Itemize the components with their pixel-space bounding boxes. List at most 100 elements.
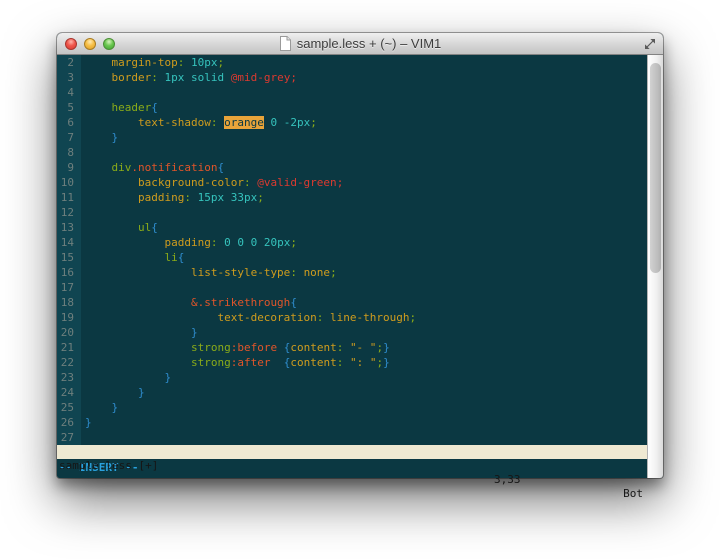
- code-line[interactable]: 9 div.notification{: [57, 160, 647, 175]
- code-line[interactable]: 11 padding: 15px 33px;: [57, 190, 647, 205]
- code-text: [81, 281, 85, 294]
- code-line[interactable]: 18 &.strikethrough{: [57, 295, 647, 310]
- code-text: ul{: [81, 221, 158, 234]
- code-line[interactable]: 5 header{: [57, 100, 647, 115]
- code-segment: [85, 296, 191, 309]
- code-segment: padding: [138, 191, 184, 204]
- fullscreen-icon[interactable]: [644, 38, 656, 50]
- code-text: li{: [81, 251, 184, 264]
- close-button[interactable]: [65, 38, 77, 50]
- code-segment: }: [191, 326, 198, 339]
- code-segment: }: [112, 131, 119, 144]
- zoom-button[interactable]: [103, 38, 115, 50]
- code-line[interactable]: 2 margin-top: 10px;: [57, 55, 647, 70]
- line-number: 2: [57, 55, 81, 70]
- code-segment: [158, 71, 165, 84]
- code-line[interactable]: 13 ul{: [57, 220, 647, 235]
- code-segment: :: [244, 176, 251, 189]
- code-line[interactable]: 10 background-color: @valid-green;: [57, 175, 647, 190]
- code-segment: border: [112, 71, 152, 84]
- line-number: 3: [57, 70, 81, 85]
- code-line[interactable]: 4: [57, 85, 647, 100]
- code-line[interactable]: 21 strong:before {content: "- ";}: [57, 340, 647, 355]
- line-number: 27: [57, 430, 81, 445]
- line-number: 25: [57, 400, 81, 415]
- code-line[interactable]: 20 }: [57, 325, 647, 340]
- code-line[interactable]: 23 }: [57, 370, 647, 385]
- minimize-button[interactable]: [84, 38, 96, 50]
- code-segment: }: [85, 416, 92, 429]
- scrollbar[interactable]: [647, 55, 663, 478]
- code-line[interactable]: 27: [57, 430, 647, 445]
- editor[interactable]: 2 margin-top: 10px;3 border: 1px solid @…: [57, 55, 647, 445]
- code-segment: li: [164, 251, 177, 264]
- code-line[interactable]: 7 }: [57, 130, 647, 145]
- code-segment: [191, 191, 198, 204]
- code-line[interactable]: 15 li{: [57, 250, 647, 265]
- code-line[interactable]: 6 text-shadow: orange 0 -2px;: [57, 115, 647, 130]
- title-group: sample.less + (~) – VIM1: [279, 36, 442, 51]
- code-segment: ul: [138, 221, 151, 234]
- code-text: }: [81, 131, 118, 144]
- code-line[interactable]: 8: [57, 145, 647, 160]
- code-segment: {: [290, 296, 297, 309]
- code-segment: ;: [290, 236, 297, 249]
- code-segment: &.strikethrough: [191, 296, 290, 309]
- code-text: list-style-type: none;: [81, 266, 337, 279]
- code-segment: ;: [217, 56, 224, 69]
- line-number: 22: [57, 355, 81, 370]
- titlebar[interactable]: sample.less + (~) – VIM1: [57, 33, 663, 55]
- scrollbar-thumb[interactable]: [650, 63, 661, 273]
- code-segment: {: [151, 221, 158, 234]
- code-segment: [85, 356, 191, 369]
- code-segment: margin-top: [112, 56, 178, 69]
- code-segment: [277, 341, 284, 354]
- line-number: 11: [57, 190, 81, 205]
- code-segment: }: [112, 401, 119, 414]
- code-segment: list-style-type: [191, 266, 290, 279]
- line-number: 5: [57, 100, 81, 115]
- code-line[interactable]: 16 list-style-type: none;: [57, 265, 647, 280]
- code-segment: }: [164, 371, 171, 384]
- code-segment: [85, 116, 138, 129]
- code-segment: text-decoration: [217, 311, 316, 324]
- line-number: 26: [57, 415, 81, 430]
- code-line[interactable]: 17: [57, 280, 647, 295]
- code-segment: [184, 56, 191, 69]
- code-line[interactable]: 24 }: [57, 385, 647, 400]
- code-text: [81, 206, 85, 219]
- code-segment: @mid-grey: [231, 71, 291, 84]
- code-segment: [270, 356, 283, 369]
- code-line[interactable]: 12: [57, 205, 647, 220]
- code-segment: 10px: [191, 56, 218, 69]
- line-number: 4: [57, 85, 81, 100]
- code-segment: "- ": [350, 341, 377, 354]
- line-number: 20: [57, 325, 81, 340]
- code-line[interactable]: 25 }: [57, 400, 647, 415]
- line-number: 18: [57, 295, 81, 310]
- code-segment: [85, 176, 138, 189]
- code-line[interactable]: 14 padding: 0 0 0 20px;: [57, 235, 647, 250]
- code-segment: [85, 266, 191, 279]
- code-text: }: [81, 401, 118, 414]
- code-text: }: [81, 371, 171, 384]
- code-segment: div: [112, 161, 132, 174]
- code-segment: }: [383, 356, 390, 369]
- line-number: 21: [57, 340, 81, 355]
- line-number: 9: [57, 160, 81, 175]
- code-line[interactable]: 26}: [57, 415, 647, 430]
- code-segment: ;: [290, 71, 297, 84]
- code-text: background-color: @valid-green;: [81, 176, 343, 189]
- code-segment: :before: [231, 341, 277, 354]
- line-number: 23: [57, 370, 81, 385]
- code-line[interactable]: 22 strong:after {content: ": ";}: [57, 355, 647, 370]
- line-number: 24: [57, 385, 81, 400]
- code-segment: {: [151, 101, 158, 114]
- code-line[interactable]: 19 text-decoration: line-through;: [57, 310, 647, 325]
- code-segment: ;: [337, 176, 344, 189]
- code-segment: ": ": [350, 356, 377, 369]
- line-number: 6: [57, 115, 81, 130]
- code-line[interactable]: 3 border: 1px solid @mid-grey;: [57, 70, 647, 85]
- window-content: 2 margin-top: 10px;3 border: 1px solid @…: [57, 55, 663, 478]
- code-segment: .notification: [131, 161, 217, 174]
